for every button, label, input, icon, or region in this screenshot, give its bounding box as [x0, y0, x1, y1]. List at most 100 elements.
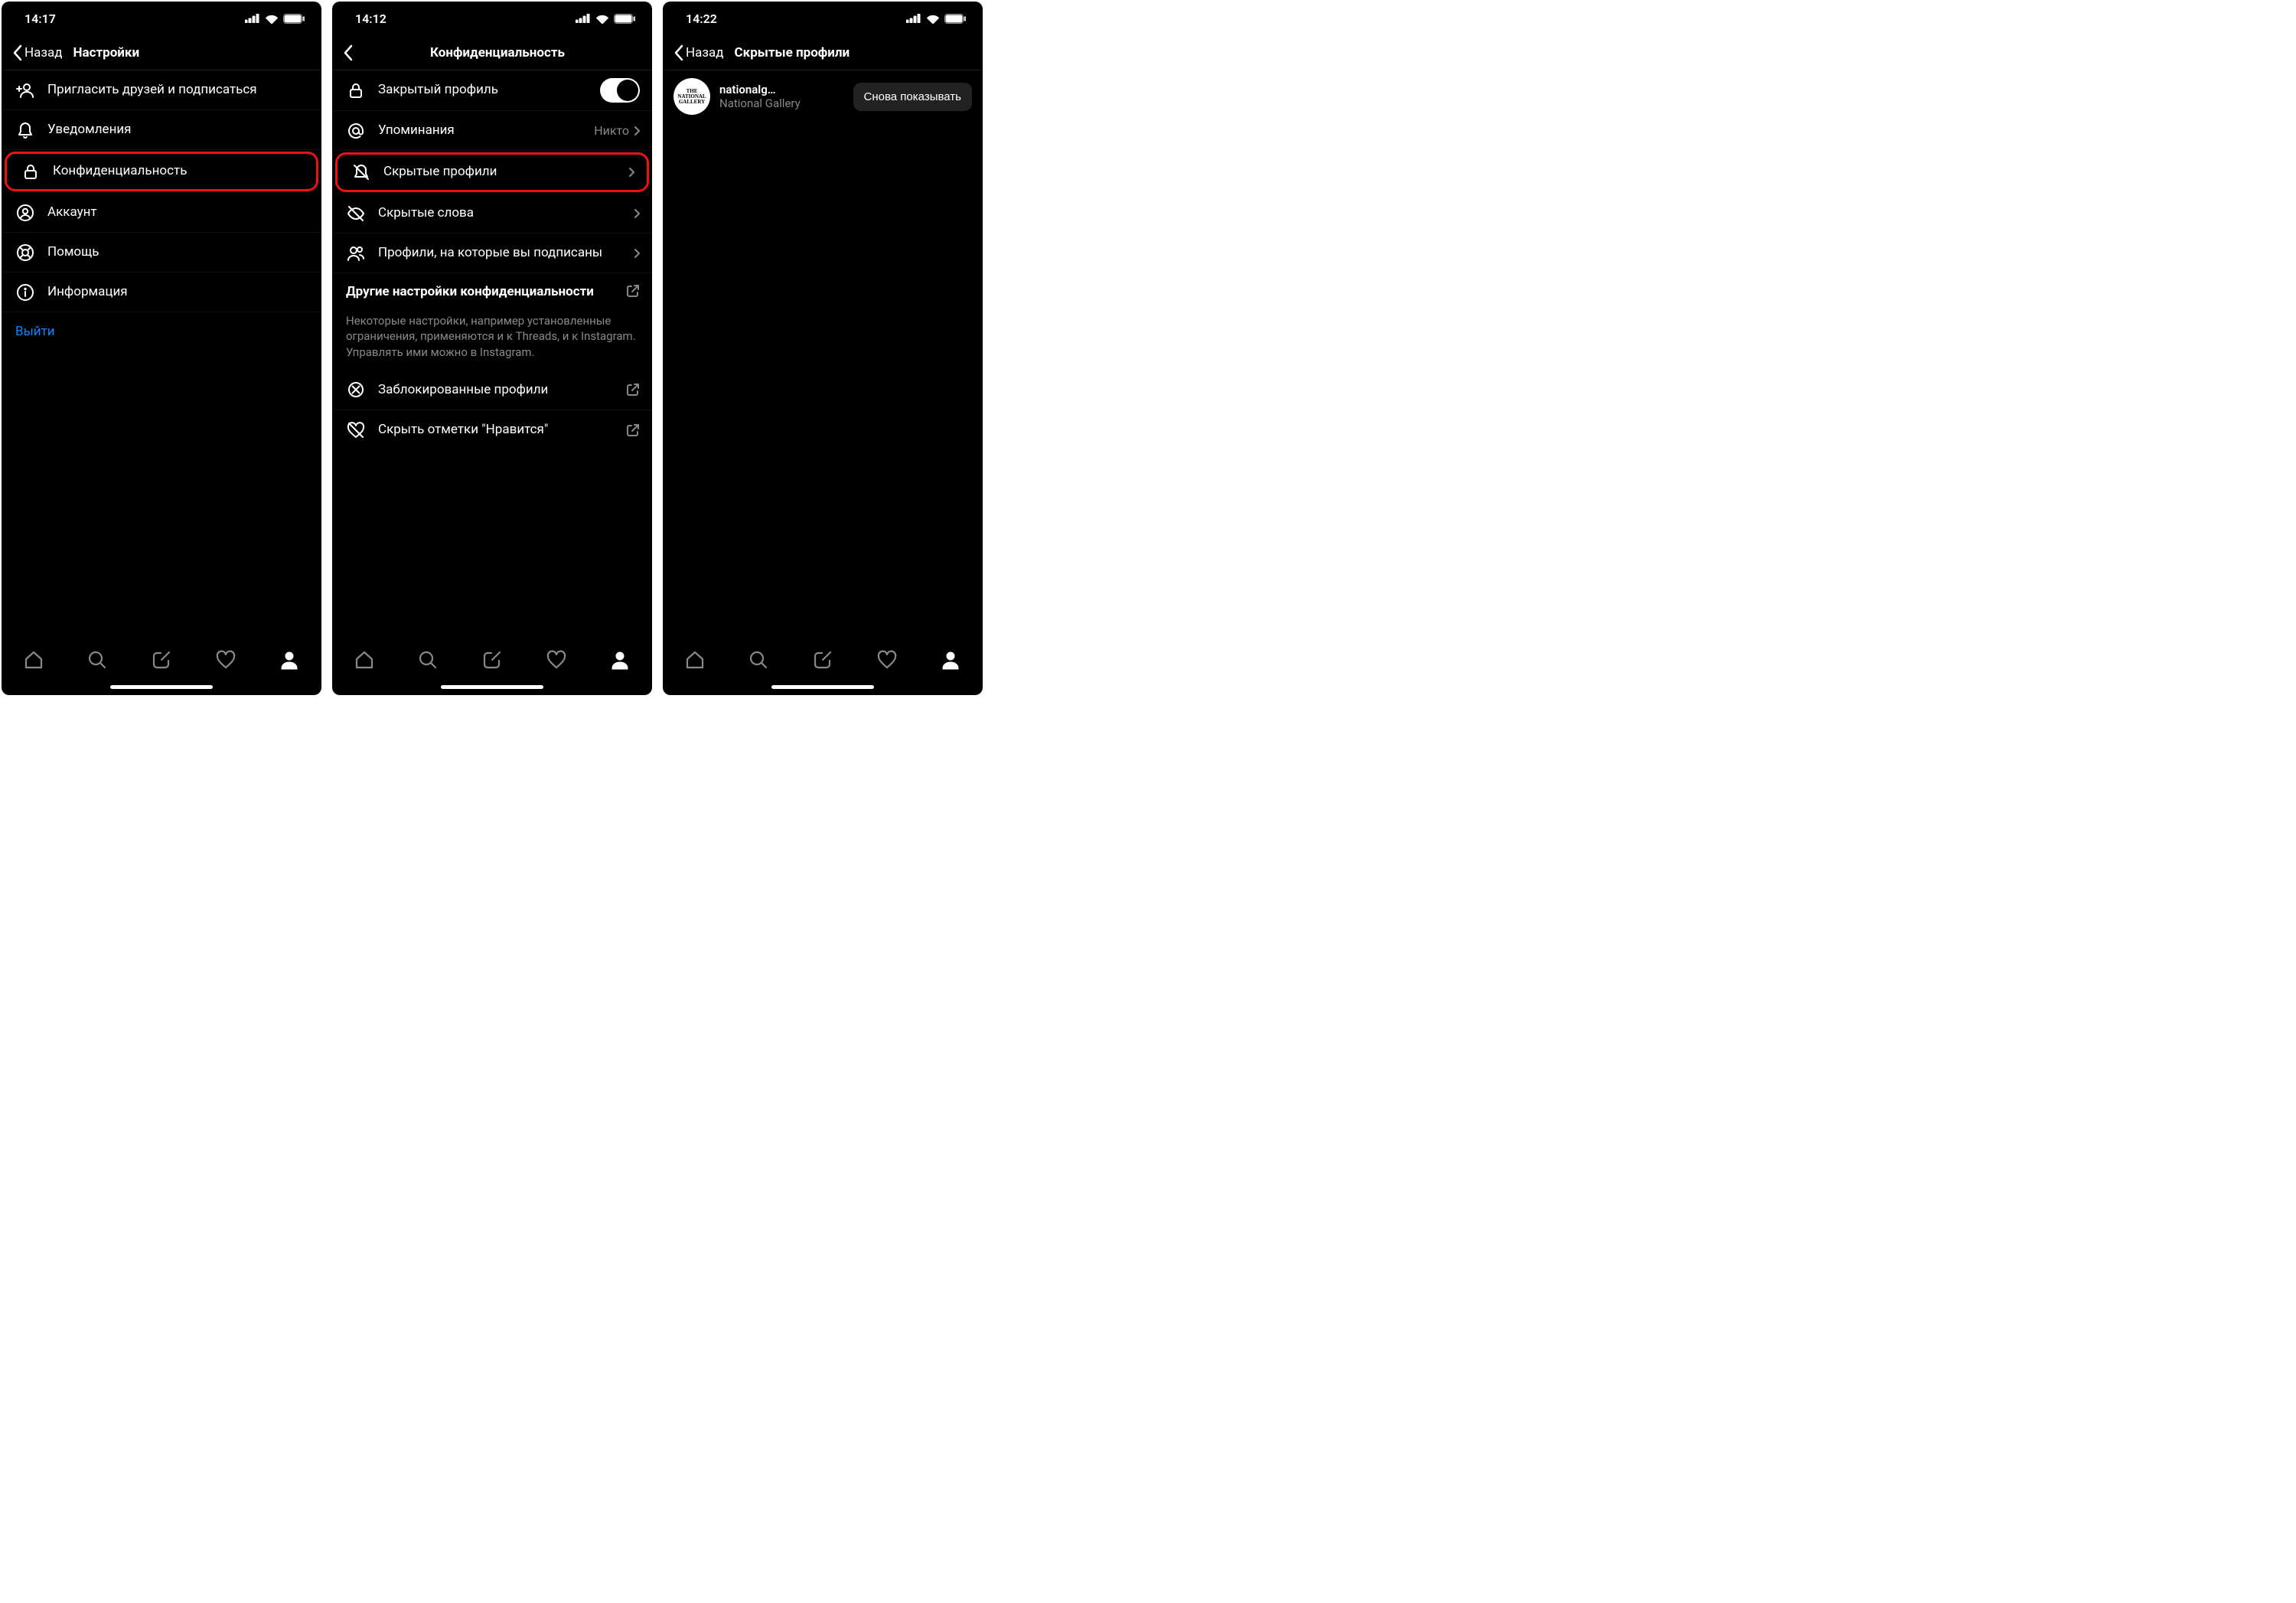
- row-logout[interactable]: Выйти: [2, 312, 321, 352]
- search-icon: [417, 649, 439, 671]
- row-hidden-words[interactable]: Скрытые слова: [332, 194, 652, 233]
- page-title: Конфиденциальность: [343, 45, 652, 60]
- people-icon: [346, 244, 366, 263]
- page-title: Скрытые профили: [735, 45, 850, 60]
- privacy-list: Закрытый профиль Упоминания Никто Скрыты…: [332, 70, 652, 630]
- external-link-icon: [626, 284, 640, 298]
- row-blocked[interactable]: Заблокированные профили: [332, 371, 652, 410]
- row-hide-likes[interactable]: Скрыть отметки "Нравится": [332, 410, 652, 450]
- chevron-left-icon: [673, 44, 684, 61]
- info-icon: [15, 283, 35, 302]
- lock-icon: [346, 81, 366, 100]
- avatar-line: GALLERY: [679, 100, 705, 105]
- row-mentions[interactable]: Упоминания Никто: [332, 111, 652, 151]
- external-link-icon: [626, 423, 640, 437]
- tab-home[interactable]: [680, 649, 710, 671]
- tab-activity[interactable]: [872, 649, 902, 671]
- nav-header: Назад Скрытые профили: [663, 35, 983, 70]
- tab-profile[interactable]: [274, 649, 305, 671]
- row-muted-profiles[interactable]: Скрытые профили: [335, 152, 649, 192]
- home-icon: [23, 649, 44, 671]
- row-label: Профили, на которые вы подписаны: [378, 245, 621, 261]
- row-notifications[interactable]: Уведомления: [2, 110, 321, 150]
- row-label: Уведомления: [47, 122, 309, 138]
- tab-bar: [2, 630, 321, 685]
- avatar[interactable]: THE NATIONAL GALLERY: [673, 78, 710, 115]
- battery-icon: [944, 14, 966, 24]
- nav-header: Конфиденциальность: [332, 35, 652, 70]
- chevron-left-icon: [12, 44, 23, 61]
- eye-off-icon: [346, 204, 366, 223]
- tab-compose[interactable]: [477, 649, 507, 671]
- row-invite-friends[interactable]: Пригласить друзей и подписаться: [2, 70, 321, 110]
- tab-search[interactable]: [743, 649, 774, 671]
- settings-list: Пригласить друзей и подписаться Уведомле…: [2, 70, 321, 630]
- tab-home[interactable]: [349, 649, 380, 671]
- tab-compose[interactable]: [146, 649, 177, 671]
- section-other-privacy[interactable]: Другие настройки конфиденциальности: [332, 273, 652, 313]
- back-label: Назад: [24, 45, 63, 60]
- tab-compose[interactable]: [807, 649, 838, 671]
- block-icon: [346, 380, 366, 399]
- row-help[interactable]: Помощь: [2, 233, 321, 273]
- username: nationalg…: [719, 83, 844, 96]
- compose-icon: [812, 649, 833, 671]
- back-button[interactable]: Назад: [12, 44, 63, 61]
- back-button[interactable]: Назад: [673, 44, 724, 61]
- row-label: Закрытый профиль: [378, 82, 588, 98]
- section-description: Некоторые настройки, например установлен…: [332, 313, 652, 371]
- screen-muted-profiles: 14:22 Назад Скрытые профили THE NATIONAL…: [663, 2, 983, 695]
- search-icon: [86, 649, 108, 671]
- row-info[interactable]: Информация: [2, 273, 321, 312]
- unmute-button[interactable]: Снова показывать: [853, 83, 972, 111]
- chevron-right-icon: [634, 126, 640, 136]
- row-account[interactable]: Аккаунт: [2, 193, 321, 233]
- heart-icon: [546, 649, 567, 671]
- tab-search[interactable]: [413, 649, 443, 671]
- screen-settings: 14:17 Назад Настройки Пригласить друзей …: [2, 2, 321, 695]
- row-privacy[interactable]: Конфиденциальность: [5, 152, 318, 191]
- battery-icon: [614, 14, 635, 24]
- lock-icon: [21, 162, 41, 181]
- display-name: National Gallery: [719, 96, 844, 110]
- tab-activity[interactable]: [210, 649, 241, 671]
- heart-off-icon: [346, 421, 366, 439]
- nav-header: Назад Настройки: [2, 35, 321, 70]
- bell-off-icon: [351, 163, 371, 181]
- heart-icon: [876, 649, 898, 671]
- section-title: Другие настройки конфиденциальности: [346, 284, 614, 300]
- tab-activity[interactable]: [541, 649, 572, 671]
- row-label: Конфиденциальность: [53, 163, 304, 179]
- compose-icon: [151, 649, 172, 671]
- row-private-profile[interactable]: Закрытый профиль: [332, 70, 652, 111]
- row-label: Пригласить друзей и подписаться: [47, 82, 309, 98]
- tab-profile[interactable]: [605, 649, 635, 671]
- home-indicator[interactable]: [771, 685, 874, 689]
- row-label: Аккаунт: [47, 204, 309, 220]
- wifi-icon: [926, 14, 940, 24]
- external-link-icon: [626, 383, 640, 397]
- person-add-icon: [15, 81, 35, 100]
- private-profile-toggle[interactable]: [600, 78, 640, 103]
- search-icon: [748, 649, 769, 671]
- status-time: 14:12: [355, 11, 386, 26]
- back-button[interactable]: [343, 44, 354, 61]
- user-names[interactable]: nationalg… National Gallery: [719, 83, 844, 110]
- row-label: Помощь: [47, 244, 309, 260]
- home-indicator[interactable]: [441, 685, 543, 689]
- cellular-icon: [576, 14, 591, 23]
- row-label: Заблокированные профили: [378, 382, 614, 398]
- row-following[interactable]: Профили, на которые вы подписаны: [332, 233, 652, 273]
- tab-home[interactable]: [18, 649, 49, 671]
- muted-list: THE NATIONAL GALLERY nationalg… National…: [663, 70, 983, 630]
- wifi-icon: [595, 14, 609, 24]
- tab-profile[interactable]: [935, 649, 966, 671]
- profile-icon: [279, 649, 300, 671]
- cellular-icon: [906, 14, 921, 23]
- tab-search[interactable]: [82, 649, 113, 671]
- muted-user-row[interactable]: THE NATIONAL GALLERY nationalg… National…: [663, 70, 983, 122]
- home-indicator[interactable]: [110, 685, 213, 689]
- row-label: Упоминания: [378, 122, 582, 139]
- status-bar: 14:22: [663, 2, 983, 35]
- status-time: 14:17: [24, 11, 56, 26]
